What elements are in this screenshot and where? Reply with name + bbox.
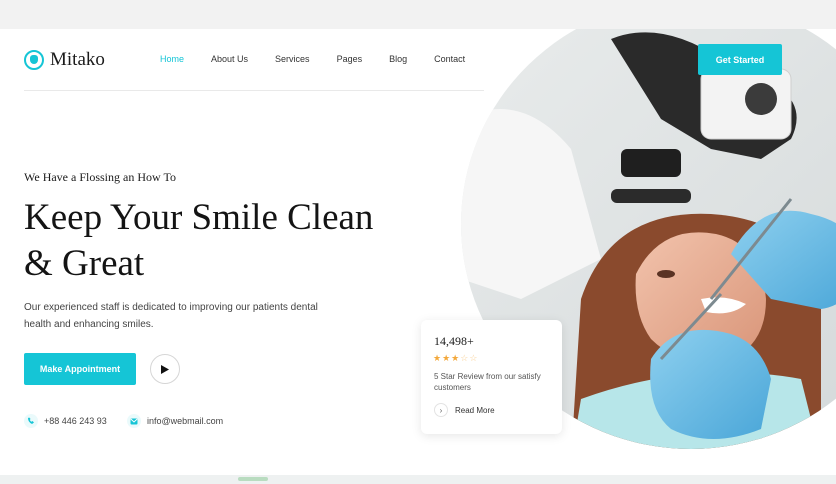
- get-started-button[interactable]: Get Started: [698, 44, 782, 75]
- landing-page: Mitako Home About Us Services Pages Blog…: [0, 29, 836, 484]
- nav-services[interactable]: Services: [275, 54, 310, 64]
- star-empty-icon: ☆: [460, 353, 470, 363]
- star-filled-icon: ★: [433, 353, 443, 363]
- read-more-link[interactable]: › Read More: [434, 403, 495, 417]
- browser-top-bar: [0, 0, 836, 29]
- nav-home[interactable]: Home: [160, 54, 184, 64]
- contact-phone[interactable]: +88 446 243 93: [24, 414, 107, 428]
- nav-about-us[interactable]: About Us: [211, 54, 248, 64]
- read-more-label: Read More: [455, 405, 495, 415]
- play-video-button[interactable]: [150, 354, 180, 384]
- strip-accent: [238, 477, 268, 481]
- chevron-right-icon: ›: [434, 403, 448, 417]
- review-count: 14,498+: [434, 334, 474, 348]
- bottom-strip: [0, 475, 836, 484]
- contact-email[interactable]: info@webmail.com: [127, 414, 223, 428]
- nav-pages[interactable]: Pages: [337, 54, 363, 64]
- hero-headline: Keep Your Smile Clean & Great: [24, 195, 424, 287]
- play-icon: [161, 364, 169, 374]
- review-card: 14,498+ ★★★☆☆ 5 Star Review from our sat…: [421, 320, 562, 434]
- headline-line-1: Keep Your Smile Clean: [24, 197, 374, 238]
- headline-line-2: & Great: [24, 243, 145, 284]
- phone-icon: [24, 414, 38, 428]
- star-rating: ★★★☆☆: [433, 353, 478, 364]
- mail-icon: [127, 414, 141, 428]
- tooth-icon: [24, 50, 44, 70]
- nav-contact[interactable]: Contact: [434, 54, 465, 64]
- phone-number: +88 446 243 93: [44, 416, 107, 426]
- email-address: info@webmail.com: [147, 416, 224, 426]
- main-nav: Home About Us Services Pages Blog Contac…: [160, 54, 492, 64]
- hero-description: Our experienced staff is dedicated to im…: [24, 302, 318, 330]
- nav-blog[interactable]: Blog: [389, 54, 407, 64]
- site-logo[interactable]: Mitako: [24, 49, 105, 71]
- hero-eyebrow: We Have a Flossing an How To: [24, 170, 176, 184]
- brand-name: Mitako: [50, 49, 105, 70]
- star-filled-icon: ★: [442, 353, 452, 363]
- make-appointment-button[interactable]: Make Appointment: [24, 353, 136, 385]
- star-empty-icon: ☆: [469, 353, 479, 363]
- star-filled-icon: ★: [451, 353, 461, 363]
- header-divider: [24, 90, 484, 91]
- review-text: 5 Star Review from our satisfy customers: [434, 372, 541, 392]
